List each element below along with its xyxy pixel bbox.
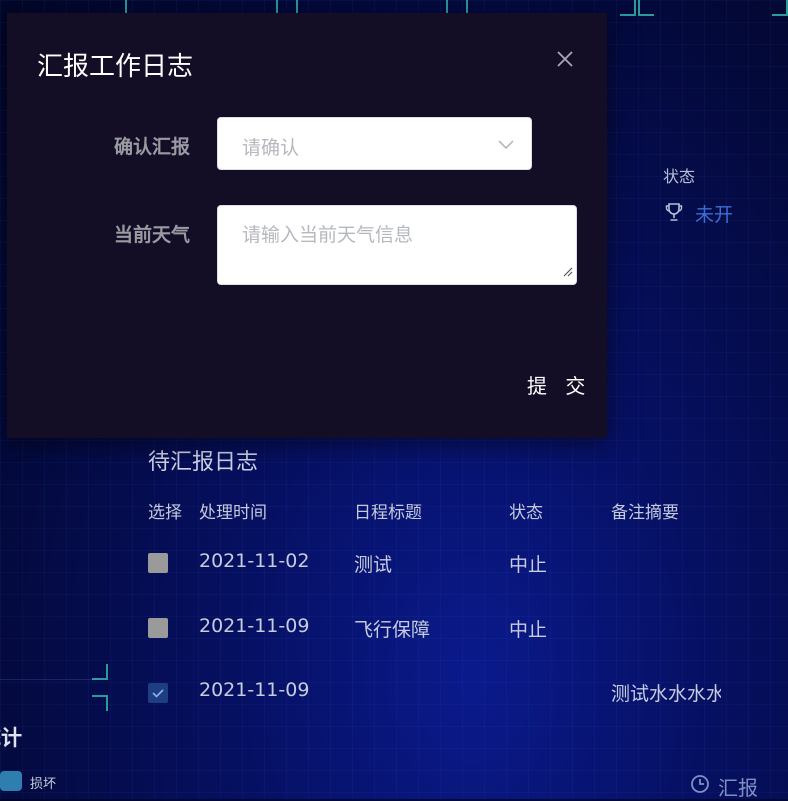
row-title: 飞行保障 (354, 619, 431, 641)
row-time: 2021-11-09 (199, 615, 310, 637)
submit-button[interactable]: 提 交 (527, 370, 591, 399)
report-link-label: 汇报 (718, 776, 758, 800)
column-note: 备注摘要 (611, 503, 679, 523)
resize-handle-icon[interactable] (561, 262, 573, 281)
row-status: 中止 (509, 619, 548, 641)
clock-icon (690, 774, 710, 799)
confirm-report-placeholder: 请确认 (242, 137, 300, 159)
current-weather-label: 当前天气 (114, 224, 191, 246)
column-status: 状态 (509, 503, 543, 523)
report-log-dialog: 汇报工作日志 确认汇报 请确认 当前天气 请输入当前天气信息 提 交 (7, 13, 607, 438)
dialog-title: 汇报工作日志 (37, 52, 194, 82)
row-time: 2021-11-09 (199, 679, 310, 701)
frame-corner (772, 0, 788, 16)
trophy-icon (665, 202, 683, 226)
table-row: 2021-11-09 飞行保障 中止 (0, 610, 788, 650)
row-checkbox[interactable] (148, 553, 168, 573)
check-icon (152, 689, 164, 698)
column-time: 处理时间 (199, 503, 267, 523)
legend-label: 损坏 (30, 777, 57, 792)
close-icon[interactable] (553, 47, 577, 71)
status-column-header: 状态 (663, 167, 696, 186)
frame-corner (638, 0, 654, 16)
current-weather-input[interactable]: 请输入当前天气信息 (217, 205, 577, 285)
pending-log-title: 待汇报日志 (148, 450, 259, 475)
status-value[interactable]: 未开 (695, 200, 733, 227)
report-link[interactable]: 汇报 (690, 772, 758, 801)
current-weather-placeholder: 请输入当前天气信息 (242, 224, 414, 246)
row-note: 测试水水水水 (611, 683, 721, 705)
row-checkbox[interactable] (148, 618, 168, 638)
column-title: 日程标题 (354, 503, 422, 523)
row-time: 2021-11-02 (199, 550, 310, 572)
column-select: 选择 (148, 503, 182, 523)
legend-swatch (0, 771, 22, 791)
table-row: 2021-11-09 测试水水水水 (0, 674, 788, 714)
table-row: 2021-11-02 测试 中止 (0, 545, 788, 585)
status-row: 未开 (665, 200, 733, 227)
row-checkbox[interactable] (148, 683, 168, 703)
confirm-report-label: 确认汇报 (114, 136, 191, 158)
stats-title: 统计 (0, 726, 22, 750)
row-status: 中止 (509, 554, 548, 576)
frame-corner (620, 0, 636, 16)
row-title: 测试 (354, 554, 393, 576)
confirm-report-select[interactable]: 请确认 (217, 117, 532, 170)
chevron-down-icon (497, 136, 515, 155)
